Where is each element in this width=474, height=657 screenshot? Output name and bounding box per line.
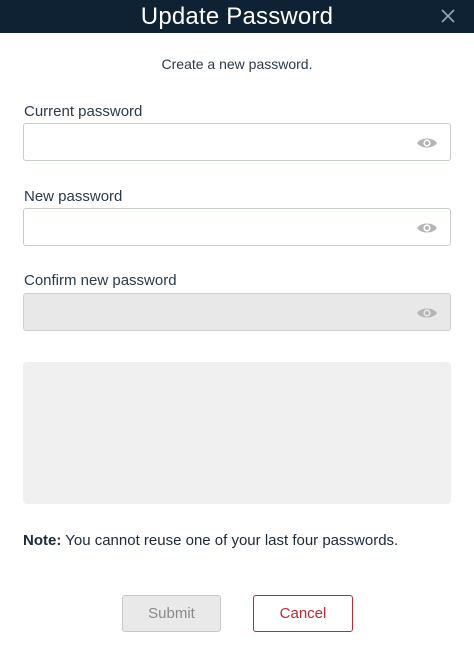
new-password-field <box>23 208 451 246</box>
dialog-title: Update Password <box>140 2 334 30</box>
close-icon[interactable] <box>438 6 458 26</box>
confirm-password-field <box>23 293 451 331</box>
submit-button[interactable]: Submit <box>122 595 221 632</box>
note-text: You cannot reuse one of your last four p… <box>61 532 399 549</box>
dialog-titlebar: Update Password <box>0 0 474 33</box>
reuse-note: Note: You cannot reuse one of your last … <box>23 532 453 549</box>
new-password-input[interactable] <box>24 209 450 245</box>
current-password-input[interactable] <box>24 124 450 160</box>
password-requirements-panel <box>23 362 451 504</box>
eye-icon[interactable] <box>416 305 438 321</box>
note-prefix: Note: <box>23 532 62 549</box>
new-password-label: New password <box>24 188 123 205</box>
confirm-password-input[interactable] <box>24 294 450 330</box>
eye-icon[interactable] <box>416 135 438 151</box>
confirm-password-label: Confirm new password <box>24 272 177 289</box>
cancel-button[interactable]: Cancel <box>253 595 353 632</box>
eye-icon[interactable] <box>416 220 438 236</box>
dialog-subtitle: Create a new password. <box>161 56 313 72</box>
current-password-field <box>23 123 451 161</box>
current-password-label: Current password <box>24 103 143 120</box>
